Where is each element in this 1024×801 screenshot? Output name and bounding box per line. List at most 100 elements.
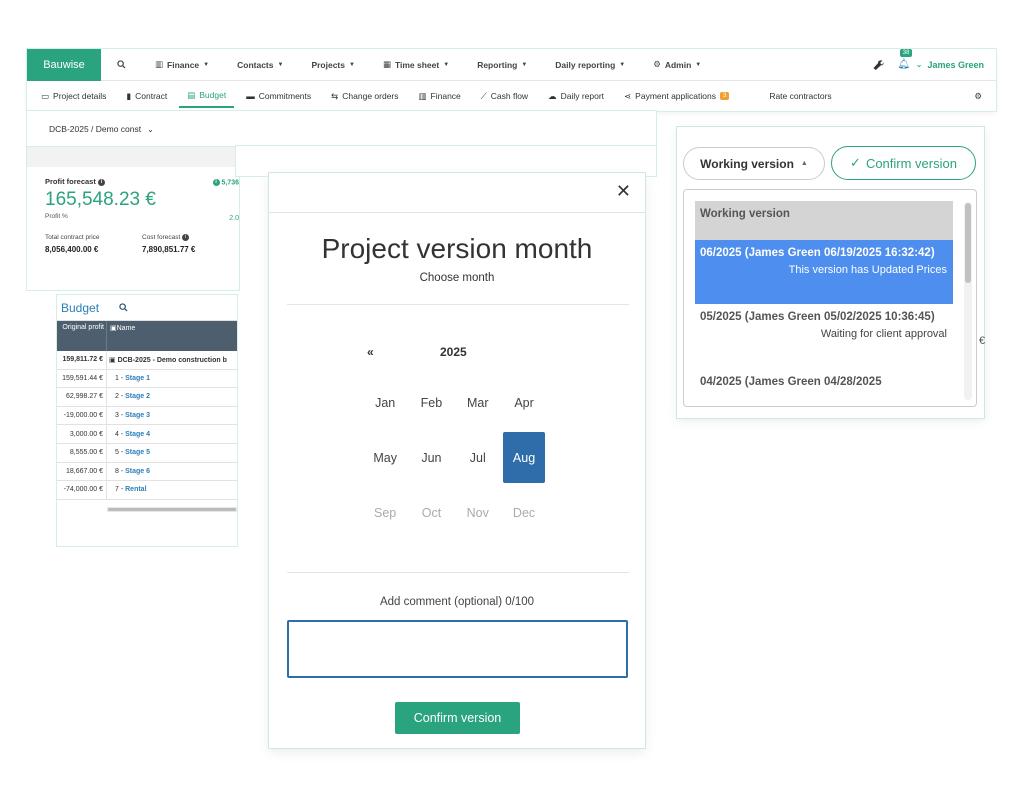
profit-change: i 5,736 — [212, 179, 239, 186]
stage-link[interactable]: Stage 6 — [125, 468, 150, 475]
tab-contract[interactable]: ▮ Contract — [118, 84, 175, 108]
menu-label: Projects — [311, 59, 345, 70]
comment-label: Add comment (optional) 0/100 — [379, 596, 535, 608]
tab-change-orders[interactable]: ⇆ Change orders — [323, 84, 406, 108]
tab-label: Change orders — [342, 91, 399, 101]
search-icon[interactable] — [119, 299, 128, 317]
search-icon[interactable] — [101, 60, 141, 69]
confirm-version-button[interactable]: Confirm version — [395, 702, 520, 734]
version-option-04-2025[interactable]: 04/2025 (James Green 04/28/2025 — [695, 369, 953, 406]
version-option-06-2025[interactable]: 06/2025 (James Green 06/19/2025 16:32:42… — [695, 240, 953, 304]
horizontal-scrollbar[interactable] — [107, 507, 237, 512]
stage-link[interactable]: Stage 1 — [125, 375, 150, 382]
menu-reporting[interactable]: Reporting ▼ — [463, 49, 541, 81]
confirm-version-pill-button[interactable]: ✓ Confirm version — [831, 146, 976, 180]
table-row[interactable]: 3,000.00 € 4 - Stage 4 — [57, 425, 237, 444]
chevron-down-icon: ▼ — [277, 61, 284, 68]
stage-link[interactable]: Stage 2 — [125, 393, 150, 400]
vertical-scrollbar[interactable] — [964, 202, 972, 400]
button-label: Confirm version — [865, 155, 957, 171]
divider — [287, 572, 629, 573]
tab-cash-flow[interactable]: ⟋ Cash flow — [473, 84, 536, 108]
info-icon: i — [97, 178, 105, 186]
settings-gear-icon[interactable]: ⚙ — [974, 91, 996, 102]
line-chart-icon: ⟋ — [480, 90, 487, 101]
close-icon[interactable]: ✕ — [616, 181, 631, 202]
divider — [287, 304, 629, 305]
menu-daily-reporting[interactable]: Daily reporting ▼ — [541, 49, 639, 81]
comment-input[interactable] — [287, 620, 628, 678]
cost-forecast: Cost forecast i 7,890,851.77 € — [142, 234, 196, 255]
row-profit: 159,811.72 € — [57, 351, 107, 369]
working-version-dropdown[interactable]: Working version ▲ — [683, 147, 825, 180]
table-row[interactable]: 159,591.44 € 1 - Stage 1 — [57, 369, 237, 389]
stage-link[interactable]: Stage 3 — [125, 412, 150, 419]
profit-percent-label: Profit % — [45, 213, 68, 220]
tab-payment-applications[interactable]: ⋖ Payment applications 3 — [616, 84, 737, 108]
project-selector[interactable]: DCB-2025 / Demo const ⌄ — [27, 111, 656, 147]
info-icon: i — [182, 234, 190, 241]
month-aug[interactable]: Aug — [501, 430, 547, 485]
month-grid: Jan Feb Mar Apr May Jun Jul Aug Sep Oct … — [362, 375, 547, 540]
menu-admin[interactable]: ⚙ Admin ▼ — [639, 49, 715, 81]
partial-text: € — [979, 335, 986, 347]
month-feb[interactable]: Feb — [408, 375, 454, 430]
menu-label: Contacts — [237, 59, 274, 70]
month-oct: Oct — [421, 505, 442, 520]
table-row[interactable]: 8,555.00 € 5 - Stage 5 — [57, 443, 237, 463]
tab-rate-contractors[interactable]: Rate contractors — [761, 84, 839, 108]
menu-label: Daily reporting — [555, 59, 616, 70]
user-menu[interactable]: ⌄ James Green — [916, 60, 996, 70]
project-version-month-modal: ✕ Project version month Choose month « 2… — [269, 173, 645, 748]
month-nov: Nov — [466, 505, 489, 520]
tab-label: Commitments — [258, 91, 312, 101]
month-may[interactable]: May — [362, 430, 408, 485]
tab-budget[interactable]: ▤ Budget — [179, 84, 235, 108]
previous-year-button[interactable]: « — [367, 345, 374, 359]
table-row[interactable]: -19,000.00 € 3 - Stage 3 — [57, 406, 237, 426]
row-name: 8 - Stage 6 — [115, 467, 151, 475]
wrench-icon[interactable] — [866, 59, 892, 70]
table-row[interactable]: 18,667.00 € 8 - Stage 6 — [57, 462, 237, 482]
menu-label: Reporting — [477, 59, 518, 70]
month-mar[interactable]: Mar — [455, 375, 501, 430]
month-jun[interactable]: Jun — [408, 430, 454, 485]
tab-finance[interactable]: ▥ Finance — [411, 84, 469, 108]
notification-bell[interactable]: 38 🔔︎ — [892, 49, 916, 70]
menu-finance[interactable]: ▥ Finance ▼ — [141, 49, 223, 81]
tab-label: Finance — [430, 91, 461, 101]
check-icon: ✓ — [850, 155, 861, 170]
year-label[interactable]: 2025 — [440, 345, 467, 359]
stage-link[interactable]: Stage 4 — [125, 431, 150, 438]
month-apr[interactable]: Apr — [501, 375, 547, 430]
tab-daily-report[interactable]: ☁ Daily report — [540, 84, 612, 108]
table-row[interactable]: -74,000.00 € 7 - Rental — [57, 481, 237, 500]
month-jan[interactable]: Jan — [362, 375, 408, 430]
dropdown-label: Working version — [700, 156, 794, 171]
version-option-05-2025[interactable]: 05/2025 (James Green 05/02/2025 10:36:45… — [695, 304, 953, 368]
menu-time-sheet[interactable]: ▦ Time sheet ▼ — [369, 49, 463, 81]
table-row[interactable]: 159,811.72 € ▣ DCB-2025 - Demo construct… — [57, 351, 237, 370]
column-original-profit[interactable]: Original profit — [57, 321, 107, 351]
row-profit: 18,667.00 € — [57, 462, 107, 481]
column-name[interactable]: ▣Name — [107, 321, 135, 351]
row-name: 2 - Stage 2 — [115, 393, 151, 401]
user-name: James Green — [927, 59, 984, 70]
tab-label: Rate contractors — [769, 91, 832, 101]
caret-up-icon: ▲ — [800, 160, 808, 167]
menu-projects[interactable]: Projects ▼ — [297, 49, 369, 81]
share-icon: ⋖ — [624, 90, 632, 101]
project-selector-value: DCB-2025 / Demo const — [49, 124, 142, 134]
table-row[interactable]: 62,998.27 € 2 - Stage 2 — [57, 388, 237, 407]
menu-label: Admin — [664, 59, 692, 70]
stage-link[interactable]: Stage 5 — [125, 449, 150, 456]
cloud-icon: ☁ — [548, 90, 557, 101]
month-jul[interactable]: Jul — [455, 430, 501, 485]
brand-logo[interactable]: Bauwise — [27, 48, 101, 81]
version-selector-panel: Working version ▲ ✓ Confirm version € Wo… — [677, 127, 986, 418]
menu-contacts[interactable]: Contacts ▼ — [223, 49, 297, 81]
tab-commitments[interactable]: ▬ Commitments — [238, 84, 319, 108]
stage-link[interactable]: Rental — [125, 486, 146, 493]
tab-project-details[interactable]: ▭ Project details — [33, 84, 114, 108]
info-icon: i — [212, 179, 220, 186]
